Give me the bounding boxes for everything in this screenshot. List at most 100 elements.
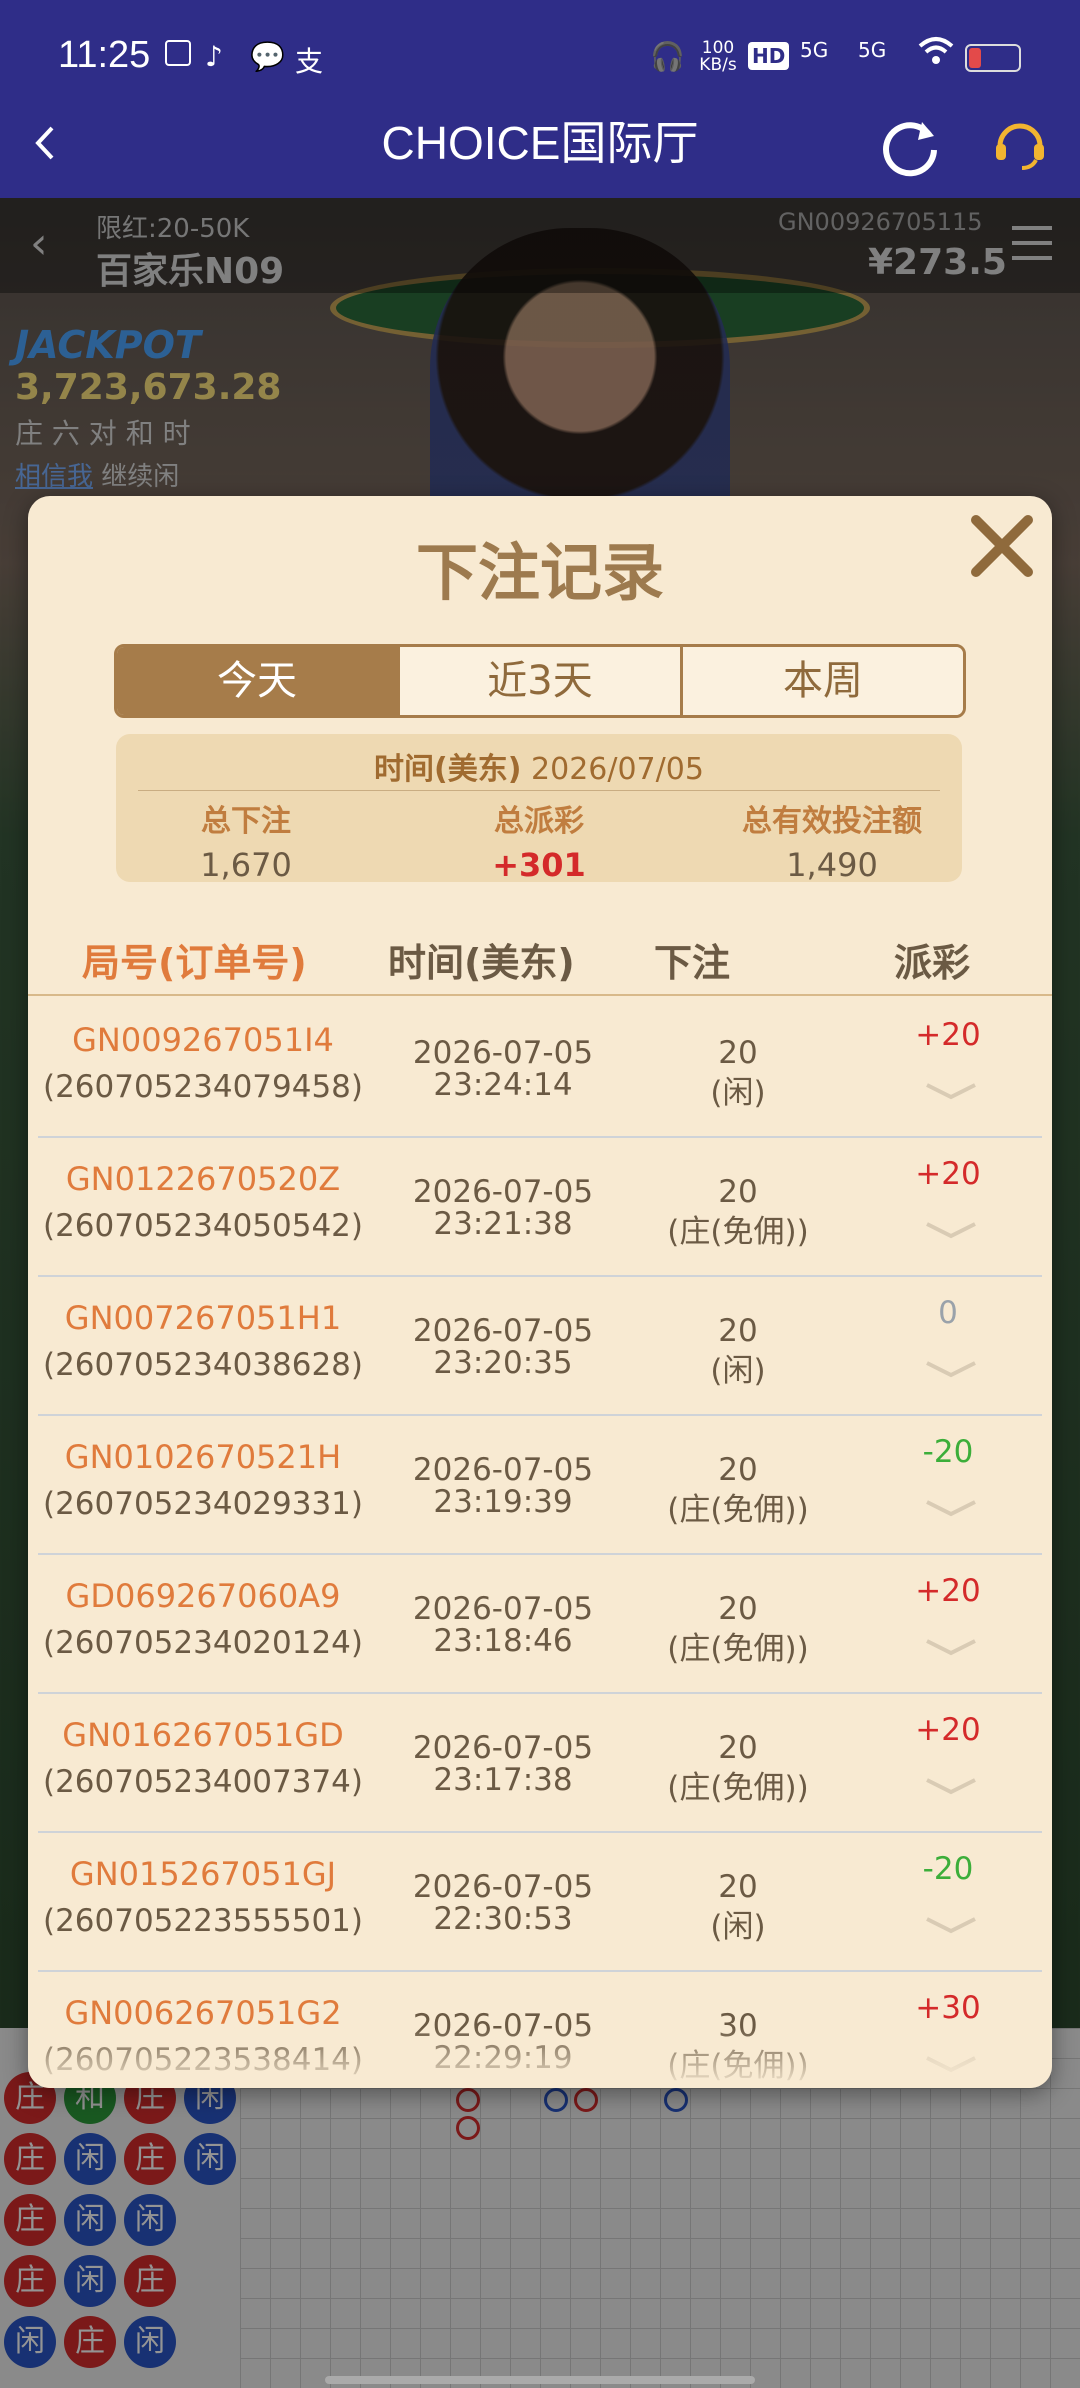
- headphones-icon: 🎧: [650, 40, 685, 73]
- payout: +20: [915, 1156, 981, 1192]
- game-number: GN007267051H1: [64, 1299, 342, 1337]
- bet-time: 23:18:46: [433, 1623, 573, 1659]
- chevron-down-icon[interactable]: [923, 1774, 979, 1798]
- chevron-down-icon[interactable]: [923, 1218, 979, 1242]
- col-time: 时间(美东): [388, 941, 575, 985]
- refresh-icon[interactable]: [878, 112, 944, 178]
- bet-time: 23:19:39: [433, 1484, 573, 1520]
- game-number: GN015267051GJ: [69, 1855, 337, 1893]
- bet-date: 2026-07-05: [412, 1313, 594, 1349]
- wifi-icon: [918, 36, 954, 73]
- status-time: 11:25: [58, 34, 151, 76]
- table-header: 局号(订单号) 时间(美东) 下注 派彩: [28, 924, 1052, 996]
- bet-type: (庄(免佣)): [667, 1631, 809, 1667]
- dialog-title: 下注记录: [415, 536, 664, 609]
- bet-type: (闲): [710, 1075, 766, 1111]
- chevron-down-icon[interactable]: [923, 1635, 979, 1659]
- table-row[interactable]: GN007267051H1 (260705234038628) 2026-07-05…: [38, 1277, 1042, 1416]
- game-number: GD069267060A9: [65, 1577, 341, 1615]
- bet-record-list: GN009267051I4 (260705234079458) 2026-07-05…: [38, 999, 1042, 2088]
- payout: -20: [922, 1434, 974, 1470]
- tab-this-week[interactable]: 本周: [683, 647, 963, 715]
- total-payout: 总派彩 +301: [492, 804, 586, 884]
- bet-amount: 20: [718, 1730, 758, 1766]
- bet-amount: 20: [718, 1591, 758, 1627]
- game-number: GN0122670520Z: [65, 1160, 341, 1198]
- app-notification-icon: [165, 40, 191, 66]
- col-game-order: 局号(订单号): [82, 941, 307, 985]
- bet-date: 2026-07-05: [412, 1730, 594, 1766]
- payout: 0: [938, 1295, 958, 1331]
- signal-5g-2: 5G: [858, 38, 887, 62]
- bet-time: 23:20:35: [433, 1345, 573, 1381]
- col-bet: 下注: [654, 941, 731, 985]
- headset-icon[interactable]: [988, 112, 1052, 176]
- summary-date: 时间(美东) 2026/07/05: [374, 752, 704, 787]
- bet-time: 23:17:38: [433, 1762, 573, 1798]
- bet-type: (闲): [710, 1909, 766, 1945]
- nav-bar: CHOICE国际厅: [0, 112, 1080, 198]
- table-row[interactable]: GN009267051I4 (260705234079458) 2026-07-05…: [38, 999, 1042, 1138]
- bet-time: 23:24:14: [433, 1067, 573, 1103]
- table-row[interactable]: GN0122670520Z (260705234050542) 2026-07-05…: [38, 1138, 1042, 1277]
- col-payout: 派彩: [894, 941, 971, 985]
- bet-record-dialog: 下注记录 今天 近3天 本周 时间(美东) 2026/07/05 总下注 1,6…: [28, 496, 1052, 2088]
- table-row[interactable]: GN015267051GJ (260705223555501) 2026-07-05…: [38, 1833, 1042, 1972]
- chevron-down-icon[interactable]: [923, 1913, 979, 1937]
- close-icon[interactable]: [966, 510, 1038, 582]
- summary-panel: 时间(美东) 2026/07/05 总下注 1,670 总派彩 +301 总有效…: [116, 734, 962, 884]
- game-number: GN0102670521H: [64, 1438, 342, 1476]
- divider: [138, 790, 940, 791]
- bet-amount: 20: [718, 1174, 758, 1210]
- bet-time: 22:30:53: [433, 1901, 573, 1937]
- status-bar: 11:25 ♪ 💬 支 🎧 100 KB/s HD 5G 5G: [0, 0, 1080, 112]
- list-fade: [28, 2028, 1052, 2088]
- bet-amount: 20: [718, 1452, 758, 1488]
- game-number: GN009267051I4: [72, 1021, 334, 1059]
- chevron-down-icon[interactable]: [923, 1079, 979, 1103]
- bet-time: 23:21:38: [433, 1206, 573, 1242]
- bet-date: 2026-07-05: [412, 1174, 594, 1210]
- hd-badge: HD: [748, 42, 790, 70]
- payout: -20: [922, 1851, 974, 1887]
- table-row[interactable]: GN0102670521H (260705234029331) 2026-07-05…: [38, 1416, 1042, 1555]
- chevron-down-icon[interactable]: [923, 1357, 979, 1381]
- order-number: (260705234007374): [42, 1764, 364, 1800]
- tiktok-icon: ♪: [205, 40, 223, 73]
- table-row[interactable]: GD069267060A9 (260705234020124) 2026-07-05…: [38, 1555, 1042, 1694]
- message-icon: 💬: [250, 40, 285, 73]
- game-number: GN006267051G2: [64, 1994, 342, 2032]
- bet-type: (闲): [710, 1353, 766, 1389]
- bet-type: (庄(免佣)): [667, 1770, 809, 1806]
- payout: +30: [915, 1990, 981, 2026]
- total-bet: 总下注 1,670: [200, 804, 292, 884]
- order-number: (260705234020124): [42, 1625, 364, 1661]
- bet-date: 2026-07-05: [412, 1591, 594, 1627]
- game-number: GN016267051GD: [62, 1716, 344, 1754]
- table-row[interactable]: GN016267051GD (260705234007374) 2026-07-05…: [38, 1694, 1042, 1833]
- date-range-tabs: 今天 近3天 本周: [114, 644, 966, 718]
- bet-amount: 20: [718, 1035, 758, 1071]
- bet-amount: 20: [718, 1313, 758, 1349]
- payout: +20: [915, 1712, 981, 1748]
- order-number: (260705234029331): [42, 1486, 364, 1522]
- payout: +20: [915, 1017, 981, 1053]
- battery-icon: [965, 44, 1021, 72]
- net-speed: 100 KB/s: [699, 38, 737, 75]
- bet-date: 2026-07-05: [412, 1452, 594, 1488]
- tab-today[interactable]: 今天: [117, 647, 400, 715]
- alipay-icon: 支: [295, 45, 324, 78]
- bet-amount: 20: [718, 1869, 758, 1905]
- signal-5g-1: 5G: [800, 38, 829, 62]
- order-number: (260705234079458): [42, 1069, 364, 1105]
- bet-date: 2026-07-05: [412, 1035, 594, 1071]
- valid-bet: 总有效投注额 1,490: [742, 804, 922, 884]
- bet-type: (庄(免佣)): [667, 1492, 809, 1528]
- home-indicator[interactable]: [325, 2376, 755, 2384]
- chevron-down-icon[interactable]: [923, 1496, 979, 1520]
- bet-type: (庄(免佣)): [667, 1214, 809, 1250]
- order-number: (260705234038628): [42, 1347, 364, 1383]
- bet-date: 2026-07-05: [412, 1869, 594, 1905]
- payout: +20: [915, 1573, 981, 1609]
- tab-3-days[interactable]: 近3天: [400, 647, 683, 715]
